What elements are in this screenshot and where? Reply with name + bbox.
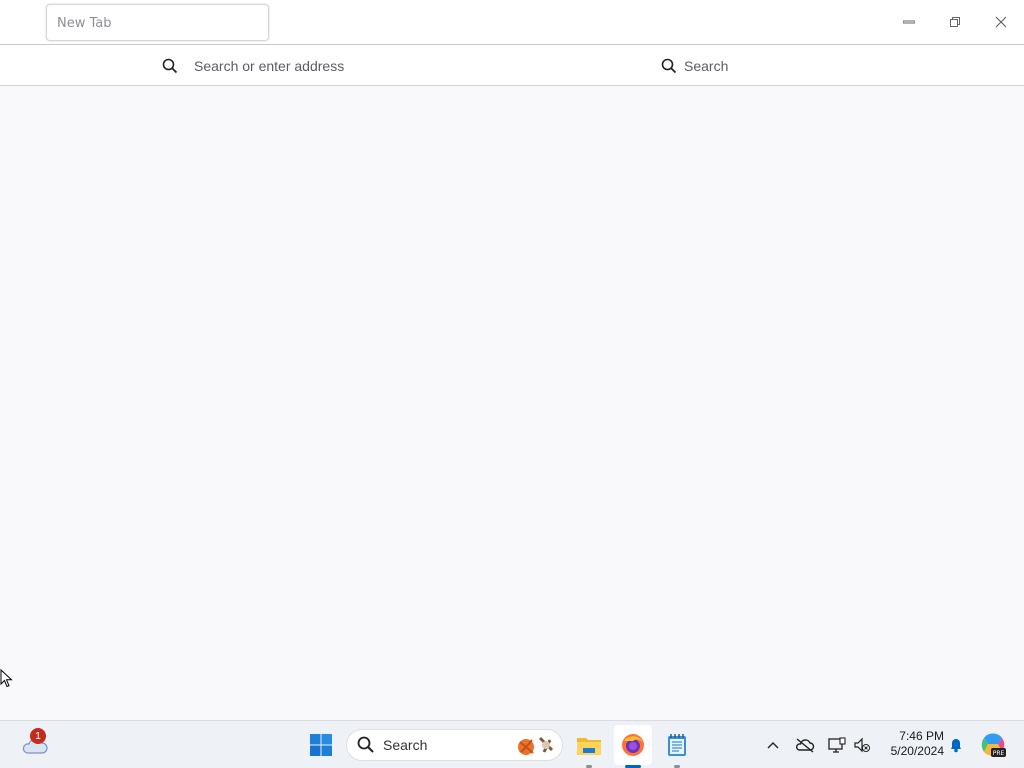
clock-date: 5/20/2024 (890, 744, 944, 758)
svg-text:PRE: PRE (993, 750, 1005, 757)
taskbar-search-label: Search (383, 737, 428, 753)
taskbar-app-firefox[interactable] (614, 725, 652, 768)
weather-widget[interactable]: 1 (14, 725, 54, 765)
restore-button[interactable] (932, 0, 978, 44)
show-hidden-icons-button[interactable] (762, 725, 784, 765)
minimize-icon (903, 20, 915, 24)
taskbar-search[interactable]: Search (346, 729, 563, 761)
search-bar[interactable]: Search (654, 51, 854, 81)
search-icon (357, 736, 374, 753)
folder-icon (577, 738, 601, 755)
search-highlight-icon (518, 736, 554, 755)
taskbar-clock[interactable]: 7:46 PM 5/20/2024 (878, 729, 944, 759)
clock-time: 7:46 PM (899, 729, 944, 743)
browser-titlebar: New Tab (0, 0, 1024, 45)
tab-new-tab[interactable]: New Tab (46, 4, 269, 41)
address-bar[interactable]: Search or enter address (155, 51, 625, 81)
notification-badge: 1 (30, 728, 46, 744)
chevron-up-icon (767, 742, 779, 749)
display-tray-button[interactable] (825, 725, 849, 765)
search-icon (654, 51, 684, 81)
mouse-cursor-icon (0, 669, 13, 688)
close-button[interactable] (978, 0, 1024, 44)
bell-icon (951, 739, 961, 753)
browser-navbar: Search or enter address Search (0, 45, 1024, 86)
windows-start-icon (310, 734, 332, 756)
search-icon (155, 51, 185, 81)
display-icon (828, 737, 846, 753)
taskbar: 1 Search 7:46 PM 5/20/2024 PRE (0, 720, 1024, 768)
network-volume-icon (854, 737, 870, 753)
search-bar-placeholder: Search (684, 58, 729, 74)
minimize-button[interactable] (886, 0, 932, 44)
start-button[interactable] (303, 725, 339, 765)
notifications-button[interactable] (946, 725, 966, 765)
firefox-icon (622, 734, 644, 756)
taskbar-app-file-explorer[interactable] (570, 725, 608, 768)
copilot-button[interactable]: PRE (976, 725, 1010, 765)
notepad-icon (668, 734, 686, 756)
onedrive-tray-button[interactable] (792, 725, 818, 765)
address-bar-placeholder: Search or enter address (194, 58, 345, 74)
network-volume-button[interactable] (851, 725, 873, 765)
page-content (0, 86, 1024, 720)
copilot-icon: PRE (981, 733, 1006, 757)
taskbar-app-notepad[interactable] (658, 725, 696, 768)
restore-icon (950, 17, 960, 27)
cloud-offline-icon (795, 738, 815, 753)
close-icon (995, 16, 1007, 28)
tab-title: New Tab (57, 16, 112, 31)
